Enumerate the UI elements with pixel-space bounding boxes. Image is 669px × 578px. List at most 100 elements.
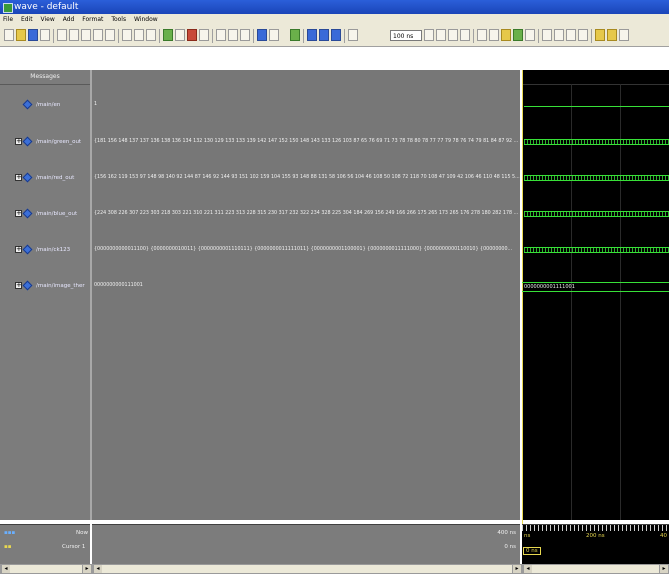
save-icon[interactable]: [28, 29, 38, 41]
step-into-icon[interactable]: [501, 29, 511, 41]
run-icon-2[interactable]: [436, 29, 446, 41]
scroll-left-icon[interactable]: ◂: [1, 565, 10, 573]
toolbar-separator: [473, 29, 474, 43]
scroll-right-icon[interactable]: ▸: [659, 565, 668, 573]
wave-bus-value: 0000000001111001: [524, 284, 575, 290]
zoom-out-icon[interactable]: [554, 29, 564, 41]
step-icon[interactable]: [257, 29, 267, 41]
signal-name[interactable]: /main/ck123: [36, 245, 70, 255]
menu-file[interactable]: File: [3, 14, 13, 26]
arrow-up-icon[interactable]: [307, 29, 317, 41]
messages-header: Messages: [0, 70, 90, 85]
toolbar: 100 ns: [0, 26, 669, 47]
scroll-left-icon[interactable]: ◂: [523, 565, 532, 573]
plus-icon[interactable]: +: [15, 246, 22, 253]
signal-value: {156 162 119 153 97 148 98 140 92 144 87…: [94, 175, 520, 180]
arrow-left-icon[interactable]: [319, 29, 329, 41]
signal-diamond-icon: [22, 244, 33, 255]
zoom-full-icon[interactable]: [566, 29, 576, 41]
copy-icon[interactable]: [69, 29, 79, 41]
ruler-ticks: [522, 525, 669, 531]
step-over-icon[interactable]: [269, 29, 279, 41]
zoom-mode-icon[interactable]: [228, 29, 238, 41]
paste-icon[interactable]: [81, 29, 91, 41]
plus-icon[interactable]: +: [15, 174, 22, 181]
signal-value: 0000000000111001: [94, 283, 143, 288]
toolbar-separator: [591, 29, 592, 43]
signal-diamond-icon: [22, 208, 33, 219]
run-icon[interactable]: [290, 29, 300, 41]
cursor-values-pane: 400 ns 0 ns: [92, 524, 520, 565]
plus-icon[interactable]: +: [15, 138, 22, 145]
scroll-right-icon[interactable]: ▸: [512, 565, 521, 573]
print-icon[interactable]: [40, 29, 50, 41]
signal-waveform: [524, 175, 669, 181]
menu-window[interactable]: Window: [134, 14, 158, 26]
signal-value: {181 156 148 137 137 136 138 136 134 132…: [94, 139, 519, 144]
menu-add[interactable]: Add: [63, 14, 75, 26]
signal-waveform: [524, 106, 669, 107]
signal-waveform: [524, 139, 669, 145]
values-scrollbar[interactable]: ◂ ▸: [92, 564, 522, 574]
menu-bar: File Edit View Add Format Tools Window: [0, 14, 669, 26]
signal-name[interactable]: /main/en: [36, 100, 60, 110]
cursor-icon: ▪▪: [4, 544, 12, 550]
signal-name[interactable]: /main/image_ther: [36, 281, 85, 291]
simulate-icon[interactable]: [163, 29, 173, 41]
restart-icon[interactable]: [348, 29, 358, 41]
wave-scrollbar[interactable]: ◂ ▸: [522, 564, 669, 574]
run-all-icon[interactable]: [460, 29, 470, 41]
bookmark-icon[interactable]: [146, 29, 156, 41]
time-ruler[interactable]: ns 200 ns 40 0 ns: [522, 524, 669, 565]
signal-name[interactable]: /main/red_out: [36, 173, 74, 183]
wave-grid-line: [620, 84, 621, 520]
open-folder-icon[interactable]: [16, 29, 26, 41]
library-icon[interactable]: [175, 29, 185, 41]
names-scrollbar[interactable]: ◂ ▸: [0, 564, 92, 574]
cursor-time-badge[interactable]: 0 ns: [523, 547, 541, 555]
scroll-left-icon[interactable]: ◂: [93, 565, 102, 573]
now-label: Now: [76, 530, 88, 536]
find-signal-icon[interactable]: [525, 29, 535, 41]
break-run-icon[interactable]: [477, 29, 487, 41]
menu-format[interactable]: Format: [82, 14, 103, 26]
now-value: 400 ns: [497, 530, 516, 536]
arrow-right-icon[interactable]: [331, 29, 341, 41]
select-pointer-icon[interactable]: [216, 29, 226, 41]
plus-icon[interactable]: +: [15, 210, 22, 217]
delete-cursor-icon[interactable]: [607, 29, 617, 41]
signal-diamond-icon: [22, 172, 33, 183]
toolbar-separator: [538, 29, 539, 43]
cut-icon[interactable]: [57, 29, 67, 41]
signal-name[interactable]: /main/blue_out: [36, 209, 77, 219]
menu-edit[interactable]: Edit: [21, 14, 33, 26]
edit-mode-icon[interactable]: [240, 29, 250, 41]
new-file-icon[interactable]: [4, 29, 14, 41]
lock-cursor-icon[interactable]: [619, 29, 629, 41]
step-out-icon[interactable]: [513, 29, 523, 41]
signal-name[interactable]: /main/green_out: [36, 137, 81, 147]
redo-icon[interactable]: [105, 29, 115, 41]
cursor-label[interactable]: Cursor 1: [62, 544, 85, 550]
continue-icon[interactable]: [448, 29, 458, 41]
menu-tools[interactable]: Tools: [111, 14, 126, 26]
run-length-stepper-icon[interactable]: [424, 29, 434, 41]
zoom-in-icon[interactable]: [542, 29, 552, 41]
undo-icon[interactable]: [93, 29, 103, 41]
run-length-input[interactable]: 100 ns: [390, 30, 422, 41]
plus-icon[interactable]: +: [15, 282, 22, 289]
stop-icon[interactable]: [489, 29, 499, 41]
now-icon: ▪▪▪: [4, 530, 16, 536]
toolbar-separator: [212, 29, 213, 43]
scroll-right-icon[interactable]: ▸: [82, 565, 91, 573]
break-icon[interactable]: [187, 29, 197, 41]
dataflow-icon[interactable]: [199, 29, 209, 41]
find-icon[interactable]: [122, 29, 132, 41]
signal-value: {0000000000011100} {0000000010011} {0000…: [94, 247, 513, 252]
insert-cursor-icon[interactable]: [595, 29, 605, 41]
zoom-cursor-icon[interactable]: [578, 29, 588, 41]
menu-view[interactable]: View: [41, 14, 55, 26]
signal-row[interactable]: /main/en 1: [0, 99, 669, 110]
signal-value: {224 308 226 307 223 303 218 303 221 310…: [94, 211, 519, 216]
compile-icon[interactable]: [134, 29, 144, 41]
